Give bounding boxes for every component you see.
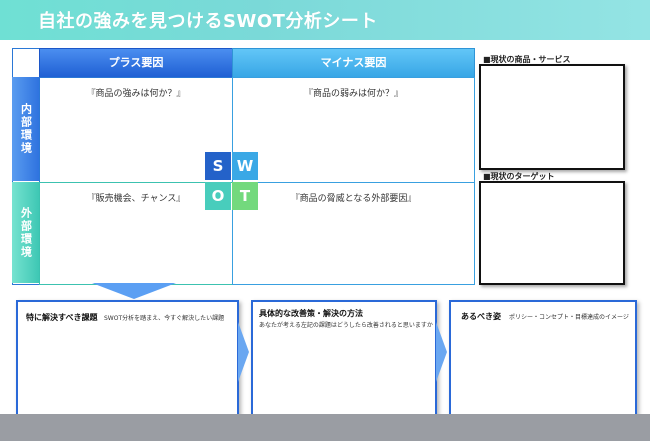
current-products-box[interactable] xyxy=(479,64,625,170)
internal-environment-label: 内部環境 xyxy=(12,77,39,181)
solution-box[interactable]: 具体的な改善策・解決の方法 あなたが考える左記の課題はどうしたら改善されると思い… xyxy=(251,300,437,419)
swot-t-tile: T xyxy=(232,182,258,210)
ideal-state-title: あるべき姿 xyxy=(461,312,501,321)
key-issue-box[interactable]: 特に解決すべき課題 SWOT分析を踏まえ、今すぐ解決したい課題 xyxy=(16,300,239,419)
opportunities-cell[interactable]: 『販売機会、チャンス』 xyxy=(39,182,233,285)
swot-o-tile: O xyxy=(205,182,231,210)
key-issue-title: 特に解決すべき課題 xyxy=(26,313,98,322)
plus-factors-header: プラス要因 xyxy=(39,48,233,78)
minus-factors-header: マイナス要因 xyxy=(232,48,475,78)
key-issue-subtitle: SWOT分析を踏まえ、今すぐ解決したい課題 xyxy=(104,315,225,322)
swot-s-tile: S xyxy=(205,152,231,180)
footer-bar xyxy=(0,414,650,441)
ideal-state-box[interactable]: あるべき姿 ポリシー・コンセプト・目標達成のイメージ xyxy=(449,300,637,419)
threats-cell[interactable]: 『商品の脅威となる外部要因』 xyxy=(232,182,475,285)
threats-prompt: 『商品の脅威となる外部要因』 xyxy=(290,194,417,204)
solution-subtitle: あなたが考える左記の課題はどうしたら改善されると思いますか xyxy=(259,322,433,329)
opportunities-prompt: 『販売機会、チャンス』 xyxy=(86,194,186,204)
ideal-state-subtitle: ポリシー・コンセプト・目標達成のイメージ xyxy=(509,314,629,321)
solution-title: 具体的な改善策・解決の方法 xyxy=(259,309,363,318)
page-title: 自社の強みを見つけるSWOT分析シート xyxy=(38,11,378,32)
down-arrow-icon xyxy=(92,283,176,299)
weaknesses-prompt: 『商品の弱みは何か？』 xyxy=(303,89,403,99)
current-target-box[interactable] xyxy=(479,181,625,285)
strengths-prompt: 『商品の強みは何か？』 xyxy=(86,89,186,99)
right-arrow-icon-2 xyxy=(436,322,447,382)
right-arrow-icon xyxy=(238,322,249,382)
external-environment-label: 外部環境 xyxy=(12,182,39,283)
weaknesses-cell[interactable]: 『商品の弱みは何か？』 xyxy=(232,77,475,183)
title-banner: 自社の強みを見つけるSWOT分析シート xyxy=(0,0,650,40)
strengths-cell[interactable]: 『商品の強みは何か？』 xyxy=(39,77,233,183)
swot-w-tile: W xyxy=(232,152,258,180)
